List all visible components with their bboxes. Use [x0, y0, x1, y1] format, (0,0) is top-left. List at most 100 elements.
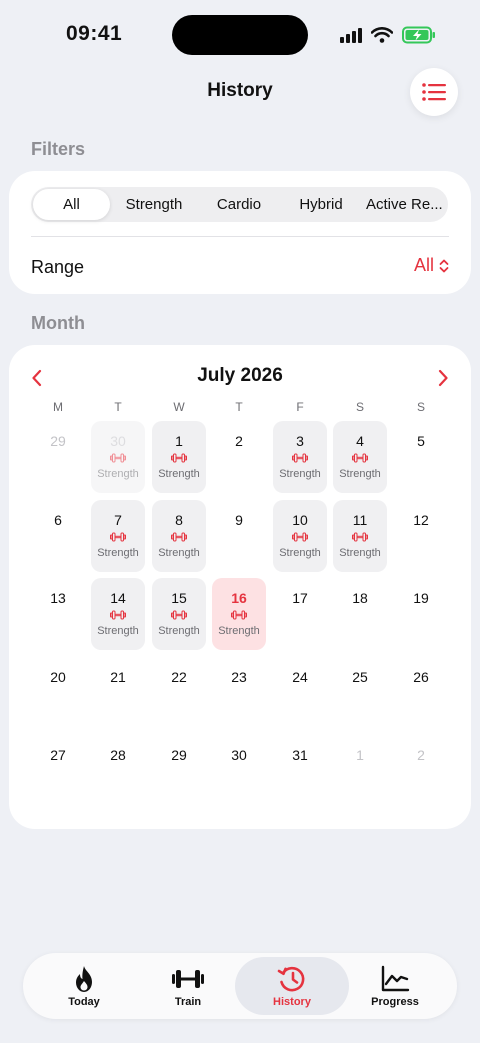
- calendar-day[interactable]: 21: [91, 657, 145, 729]
- calendar-day[interactable]: 22: [152, 657, 206, 729]
- day-number: 2: [417, 747, 425, 763]
- workout-type-label: Strength: [279, 468, 321, 480]
- calendar-day[interactable]: 13: [31, 578, 85, 650]
- wifi-icon: [371, 27, 393, 43]
- list-menu-button[interactable]: [410, 68, 458, 116]
- day-number: 7: [114, 512, 122, 528]
- day-number: 14: [110, 590, 126, 606]
- segment-cardio[interactable]: Cardio: [198, 189, 280, 220]
- day-number: 1: [356, 747, 364, 763]
- calendar-day[interactable]: 9: [212, 500, 266, 572]
- range-picker[interactable]: All: [414, 255, 449, 276]
- calendar-day[interactable]: 6: [31, 500, 85, 572]
- tab-history[interactable]: History: [235, 957, 349, 1015]
- chart-icon: [381, 965, 410, 992]
- calendar-day[interactable]: 24: [273, 657, 327, 729]
- day-number: 30: [231, 747, 247, 763]
- calendar-day[interactable]: 14 Strength: [91, 578, 145, 650]
- day-number: 31: [292, 747, 308, 763]
- day-number: 12: [413, 512, 429, 528]
- tab-today[interactable]: Today: [32, 957, 136, 1015]
- page-title: History: [207, 80, 273, 101]
- calendar-day[interactable]: 30 Strength: [91, 421, 145, 493]
- weekday-label: T: [235, 400, 243, 414]
- calendar-day[interactable]: 18: [333, 578, 387, 650]
- day-number: 17: [292, 590, 308, 606]
- calendar-day[interactable]: 27: [31, 735, 85, 807]
- calendar-day[interactable]: 28: [91, 735, 145, 807]
- calendar-month-title: July 2026: [197, 365, 283, 386]
- workout-type-label: Strength: [158, 547, 200, 559]
- calendar-day[interactable]: 11 Strength: [333, 500, 387, 572]
- day-number: 25: [352, 669, 368, 685]
- weekday-label: M: [53, 400, 63, 414]
- day-number: 22: [171, 669, 187, 685]
- day-number: 8: [175, 512, 183, 528]
- list-icon: [422, 83, 446, 101]
- calendar-day[interactable]: 5: [394, 421, 448, 493]
- calendar-day[interactable]: 8 Strength: [152, 500, 206, 572]
- weekday-label: T: [114, 400, 122, 414]
- dumbbell-icon: [292, 532, 308, 542]
- calendar-day[interactable]: 29: [152, 735, 206, 807]
- day-number: 1: [175, 433, 183, 449]
- history-icon: [277, 966, 305, 992]
- battery-charging-icon: [402, 26, 435, 44]
- day-number: 11: [352, 512, 368, 528]
- tab-train[interactable]: Train: [136, 957, 240, 1015]
- calendar-day[interactable]: 23: [212, 657, 266, 729]
- workout-type-label: Strength: [218, 625, 260, 637]
- tab-progress[interactable]: Progress: [343, 957, 447, 1015]
- filters-card: All Strength Cardio Hybrid Active Re... …: [9, 171, 471, 294]
- tab-label-train: Train: [174, 996, 202, 1008]
- calendar-day[interactable]: 4 Strength: [333, 421, 387, 493]
- calendar-day[interactable]: 26: [394, 657, 448, 729]
- calendar-day[interactable]: 30: [212, 735, 266, 807]
- day-number: 10: [292, 512, 308, 528]
- calendar-day[interactable]: 19: [394, 578, 448, 650]
- dumbbell-icon: [110, 610, 126, 620]
- segment-all[interactable]: All: [33, 189, 110, 220]
- dumbbell-icon: [292, 453, 308, 463]
- calendar-day[interactable]: 31: [273, 735, 327, 807]
- calendar-day[interactable]: 2: [212, 421, 266, 493]
- status-time: 09:41: [66, 22, 123, 45]
- month-section-label: Month: [31, 313, 85, 333]
- chevron-up-down-icon: [439, 259, 449, 272]
- calendar-day[interactable]: 1: [333, 735, 387, 807]
- day-number: 27: [50, 747, 66, 763]
- segment-strength[interactable]: Strength: [110, 189, 198, 220]
- calendar-day[interactable]: 2: [394, 735, 448, 807]
- workout-type-segmented-control: All Strength Cardio Hybrid Active Re...: [31, 187, 448, 222]
- calendar-day[interactable]: 17: [273, 578, 327, 650]
- dumbbell-icon: [110, 453, 126, 463]
- calendar-day[interactable]: 25: [333, 657, 387, 729]
- segment-hybrid[interactable]: Hybrid: [280, 189, 362, 220]
- calendar-day[interactable]: 15 Strength: [152, 578, 206, 650]
- day-number: 29: [50, 433, 66, 449]
- dumbbell-icon: [171, 532, 187, 542]
- next-month-button[interactable]: [428, 363, 458, 393]
- day-number: 5: [417, 433, 425, 449]
- chevron-right-icon: [438, 369, 448, 387]
- day-number: 9: [235, 512, 243, 528]
- segment-active-recovery[interactable]: Active Re...: [362, 189, 446, 220]
- cellular-signal-icon: [340, 27, 362, 43]
- calendar-day[interactable]: 1 Strength: [152, 421, 206, 493]
- day-number: 23: [231, 669, 247, 685]
- day-number: 29: [171, 747, 187, 763]
- calendar-day[interactable]: 10 Strength: [273, 500, 327, 572]
- tab-label-history: History: [273, 996, 311, 1008]
- calendar-day-today[interactable]: 16 Strength: [212, 578, 266, 650]
- calendar-day[interactable]: 12: [394, 500, 448, 572]
- calendar-day[interactable]: 7 Strength: [91, 500, 145, 572]
- status-icons: [340, 24, 436, 46]
- day-number: 3: [296, 433, 304, 449]
- workout-type-label: Strength: [339, 468, 381, 480]
- calendar-day[interactable]: 29: [31, 421, 85, 493]
- weekday-label: S: [355, 400, 364, 414]
- day-number: 20: [50, 669, 66, 685]
- workout-type-label: Strength: [158, 468, 200, 480]
- calendar-day[interactable]: 3 Strength: [273, 421, 327, 493]
- calendar-day[interactable]: 20: [31, 657, 85, 729]
